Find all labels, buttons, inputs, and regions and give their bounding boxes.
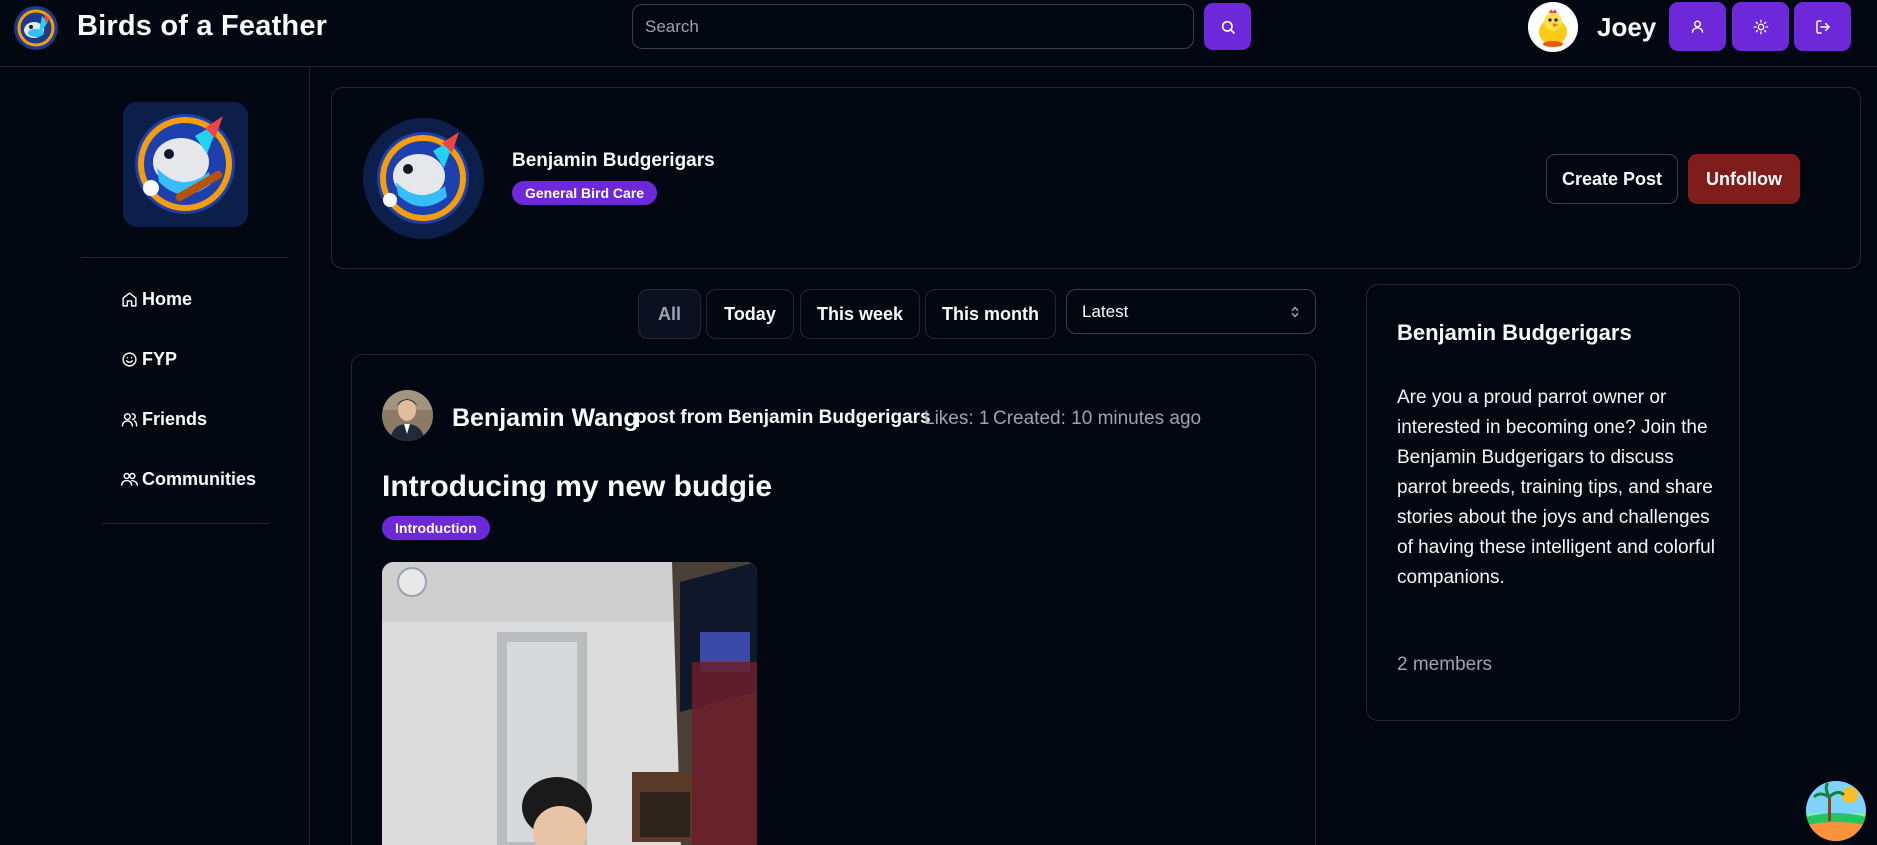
- search-button[interactable]: [1204, 3, 1251, 50]
- logout-icon: [1815, 19, 1830, 34]
- home-icon: [122, 292, 137, 307]
- member-count: 2 members: [1397, 654, 1493, 675]
- sidebar-divider: [81, 257, 288, 258]
- smile-icon: [122, 352, 137, 367]
- app-title[interactable]: Birds of a Feather: [77, 10, 327, 43]
- community-about-card: Benjamin Budgerigars Are you a proud par…: [1366, 284, 1740, 721]
- filter-today-button[interactable]: Today: [706, 289, 794, 339]
- sidebar-item-communities[interactable]: Communities: [121, 469, 256, 490]
- post-photo[interactable]: [382, 562, 757, 845]
- profile-button[interactable]: [1669, 2, 1726, 51]
- category-badge[interactable]: General Bird Care: [512, 181, 658, 205]
- sidebar: Home FYP Friends Communities: [0, 67, 310, 845]
- sidebar-item-home[interactable]: Home: [121, 289, 192, 310]
- filter-this-week-button[interactable]: This week: [800, 289, 920, 339]
- about-description: Are you a proud parrot owner or interest…: [1397, 387, 1715, 588]
- sidebar-item-label: FYP: [142, 349, 178, 369]
- theme-sun-icon: [1753, 19, 1768, 34]
- community-header-card: Benjamin Budgerigars General Bird Care C…: [331, 87, 1861, 269]
- parrot-logo-icon[interactable]: [14, 6, 58, 50]
- users-icon: [121, 472, 138, 486]
- search-icon: [1221, 20, 1235, 34]
- sidebar-item-label: Home: [142, 289, 193, 309]
- create-post-button[interactable]: Create Post: [1546, 154, 1678, 204]
- post-title[interactable]: Introducing my new budgie: [382, 470, 772, 504]
- user-icon: [121, 413, 138, 427]
- budgie-logo-icon[interactable]: [123, 102, 248, 227]
- post-card[interactable]: Benjamin Wang post from Benjamin Budgeri…: [351, 354, 1316, 845]
- sidebar-item-label: Friends: [142, 409, 208, 429]
- user-name[interactable]: Joey: [1597, 12, 1656, 43]
- filter-all-button[interactable]: All: [638, 289, 701, 339]
- post-author[interactable]: Benjamin Wang: [452, 404, 639, 433]
- budgie-logo-icon: [363, 118, 484, 239]
- about-title: Benjamin Budgerigars: [1397, 320, 1632, 345]
- post-tag-badge[interactable]: Introduction: [382, 516, 490, 540]
- post-created: Created: 10 minutes ago: [993, 408, 1202, 429]
- sidebar-item-label: Communities: [142, 469, 257, 489]
- beach-fab-icon[interactable]: [1806, 781, 1866, 841]
- theme-toggle-button[interactable]: [1732, 2, 1789, 51]
- sidebar-divider: [102, 523, 270, 524]
- post-likes: Likes: 1: [924, 408, 990, 429]
- filter-this-month-button[interactable]: This month: [925, 289, 1056, 339]
- sidebar-item-friends[interactable]: Friends: [121, 409, 207, 430]
- author-avatar[interactable]: [382, 390, 433, 441]
- profile-icon: [1691, 20, 1704, 33]
- post-source: post from Benjamin Budgerigars: [635, 407, 931, 428]
- logout-button[interactable]: [1794, 2, 1851, 51]
- unfollow-button[interactable]: Unfollow: [1688, 154, 1800, 204]
- sidebar-item-fyp[interactable]: FYP: [121, 349, 177, 370]
- chevron-up-down-icon: [1291, 306, 1299, 317]
- chicken-avatar-icon[interactable]: [1528, 2, 1578, 52]
- community-name: Benjamin Budgerigars: [512, 150, 715, 171]
- sort-selected-value: Latest: [1082, 301, 1129, 321]
- search-input[interactable]: [632, 4, 1194, 49]
- top-header: Birds of a Feather Joey: [0, 0, 1877, 67]
- sort-select[interactable]: Latest: [1066, 289, 1316, 334]
